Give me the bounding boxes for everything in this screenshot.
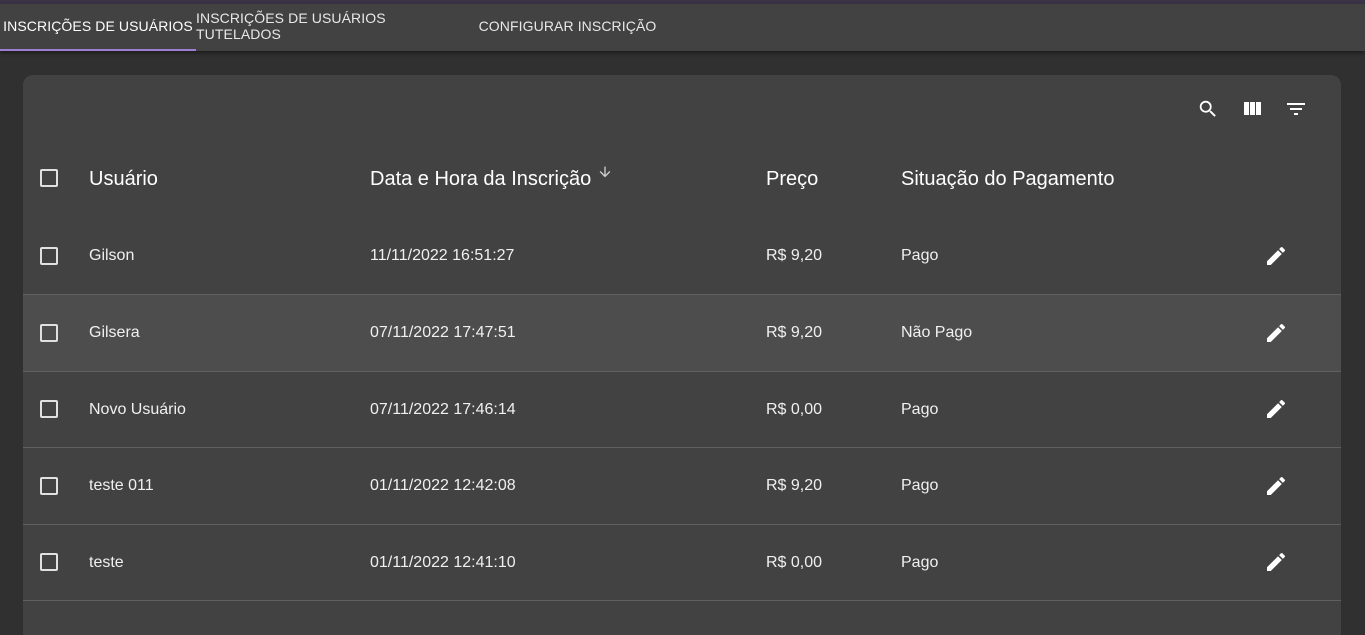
tab-label: CONFIGURAR INSCRIÇÃO — [478, 18, 657, 34]
table-row[interactable]: teste 011 01/11/2022 12:42:08 R$ 9,20 Pa… — [23, 448, 1341, 525]
row-select-checkbox[interactable] — [40, 324, 58, 342]
cell-situacao: Pago — [901, 400, 939, 418]
column-header-preco[interactable]: Preço — [766, 141, 818, 217]
tab-label: INSCRIÇÕES DE USUÁRIOS — [3, 18, 193, 34]
edit-button[interactable] — [1260, 317, 1292, 349]
edit-button[interactable] — [1260, 470, 1292, 502]
cell-usuario: teste — [89, 553, 124, 571]
edit-button[interactable] — [1260, 546, 1292, 578]
arrow-downward-icon — [599, 166, 611, 178]
view-columns-button[interactable] — [1236, 93, 1268, 125]
active-tab-indicator — [0, 49, 196, 51]
cell-preco: R$ 9,20 — [766, 477, 823, 494]
edit-button[interactable] — [1260, 393, 1292, 425]
filter-button[interactable] — [1280, 93, 1312, 125]
cell-data-hora: 11/11/2022 16:51:27 — [370, 247, 515, 264]
edit-pencil-icon — [1267, 246, 1286, 265]
column-header-usuario[interactable]: Usuário — [89, 141, 158, 217]
column-header-situacao[interactable]: Situação do Pagamento — [901, 141, 1115, 217]
cell-usuario: Gilson — [89, 247, 135, 264]
cell-usuario: Novo Usuário — [89, 400, 186, 418]
row-select-checkbox[interactable] — [40, 477, 58, 495]
cell-usuario: teste 011 — [89, 477, 154, 494]
cell-data-hora: 07/11/2022 17:46:14 — [370, 400, 516, 418]
search-icon — [1199, 100, 1216, 117]
subscriptions-table-card: Usuário Data e Hora da Inscrição Preço S… — [23, 75, 1341, 635]
filter-list-icon — [1287, 103, 1305, 115]
cell-usuario: Gilsera — [89, 324, 140, 341]
row-select-checkbox[interactable] — [40, 247, 58, 265]
tab-bar: INSCRIÇÕES DE USUÁRIOS INSCRIÇÕES DE USU… — [0, 4, 1365, 51]
tab-inscricoes-tutelados[interactable]: INSCRIÇÕES DE USUÁRIOS TUTELADOS — [196, 4, 473, 48]
cell-situacao: Pago — [901, 553, 939, 571]
table-row[interactable]: Gilsera 07/11/2022 17:47:51 R$ 9,20 Não … — [23, 295, 1341, 372]
cell-data-hora: 01/11/2022 12:42:08 — [370, 477, 516, 494]
edit-pencil-icon — [1267, 476, 1286, 495]
select-all-checkbox[interactable] — [40, 169, 58, 187]
view-column-icon — [1244, 102, 1261, 115]
cell-situacao: Pago — [901, 247, 939, 264]
edit-pencil-icon — [1267, 399, 1286, 418]
row-select-checkbox[interactable] — [40, 553, 58, 571]
cell-data-hora: 07/11/2022 17:47:51 — [370, 324, 516, 341]
cell-situacao: Não Pago — [901, 324, 973, 341]
table-row[interactable]: teste 01/11/2022 12:41:10 R$ 0,00 Pago — [23, 525, 1341, 601]
edit-pencil-icon — [1267, 552, 1286, 571]
edit-pencil-icon — [1267, 323, 1286, 342]
search-button[interactable] — [1192, 93, 1224, 125]
cell-preco: R$ 9,20 — [766, 324, 823, 341]
table-row[interactable]: Gilson 11/11/2022 16:51:27 R$ 9,20 Pago — [23, 218, 1341, 295]
row-select-checkbox[interactable] — [40, 400, 58, 418]
cell-preco: R$ 0,00 — [766, 553, 823, 571]
tab-label: INSCRIÇÕES DE USUÁRIOS TUTELADOS — [196, 10, 386, 42]
edit-button[interactable] — [1260, 240, 1292, 272]
column-header-data-hora[interactable]: Data e Hora da Inscrição — [370, 141, 613, 217]
cell-preco: R$ 9,20 — [766, 247, 823, 264]
table-header-row: Usuário Data e Hora da Inscrição Preço S… — [23, 141, 1341, 217]
cell-situacao: Pago — [901, 477, 939, 494]
table-row[interactable]: Novo Usuário 07/11/2022 17:46:14 R$ 0,00… — [23, 372, 1341, 448]
column-header-label: Data e Hora da Inscrição — [370, 167, 592, 190]
tab-configurar-inscricao[interactable]: CONFIGURAR INSCRIÇÃO — [473, 4, 662, 48]
cell-data-hora: 01/11/2022 12:41:10 — [370, 553, 516, 571]
tab-inscricoes-usuarios[interactable]: INSCRIÇÕES DE USUÁRIOS — [0, 4, 196, 48]
cell-preco: R$ 0,00 — [766, 400, 823, 418]
